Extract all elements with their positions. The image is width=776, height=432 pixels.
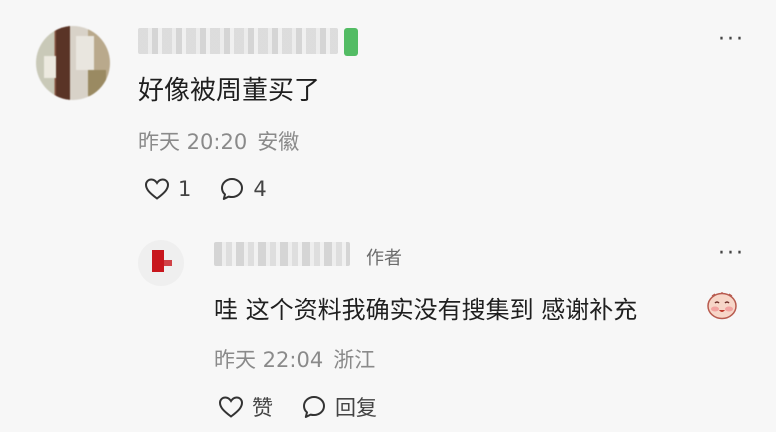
comment-count: 4	[253, 177, 267, 201]
reply-more-options-icon[interactable]: ···	[718, 243, 750, 265]
more-options-icon[interactable]: ···	[718, 29, 750, 51]
comment-time: 昨天 20:20	[138, 130, 248, 154]
reply-time: 昨天 22:04	[214, 348, 324, 372]
comment-button[interactable]: 4	[219, 176, 267, 202]
comment-text: 好像被周董买了	[138, 76, 321, 106]
like-count: 1	[178, 177, 192, 201]
user-badge-icon	[344, 28, 358, 56]
reply-actions: 赞 回复	[218, 392, 377, 422]
commenter-avatar[interactable]	[36, 26, 110, 100]
like-button[interactable]: 1	[144, 177, 191, 201]
commenter-username-blurred[interactable]	[138, 28, 338, 54]
comment-bubble-icon	[219, 176, 245, 202]
heart-icon	[144, 177, 170, 201]
comment-location: 安徽	[257, 130, 300, 154]
comment-actions: 1 4	[144, 174, 267, 204]
author-tag: 作者	[366, 248, 402, 269]
heart-icon	[218, 395, 244, 419]
reply-location: 浙江	[333, 348, 376, 372]
reply-button[interactable]: 回复	[301, 392, 377, 422]
reply-text: 哇 这个资料我确实没有搜集到 感谢补充	[214, 296, 638, 324]
author-username-blurred[interactable]	[214, 242, 350, 266]
reply-label: 回复	[335, 396, 377, 420]
comment-meta: 昨天 20:20 安徽	[138, 126, 299, 156]
comment-bubble-icon	[301, 394, 327, 420]
reply-like-button[interactable]: 赞	[218, 392, 273, 422]
author-avatar[interactable]	[138, 240, 184, 286]
reply-meta: 昨天 22:04 浙江	[214, 344, 375, 374]
blushing-emoji-icon	[706, 290, 738, 320]
reply-like-label: 赞	[252, 396, 273, 420]
